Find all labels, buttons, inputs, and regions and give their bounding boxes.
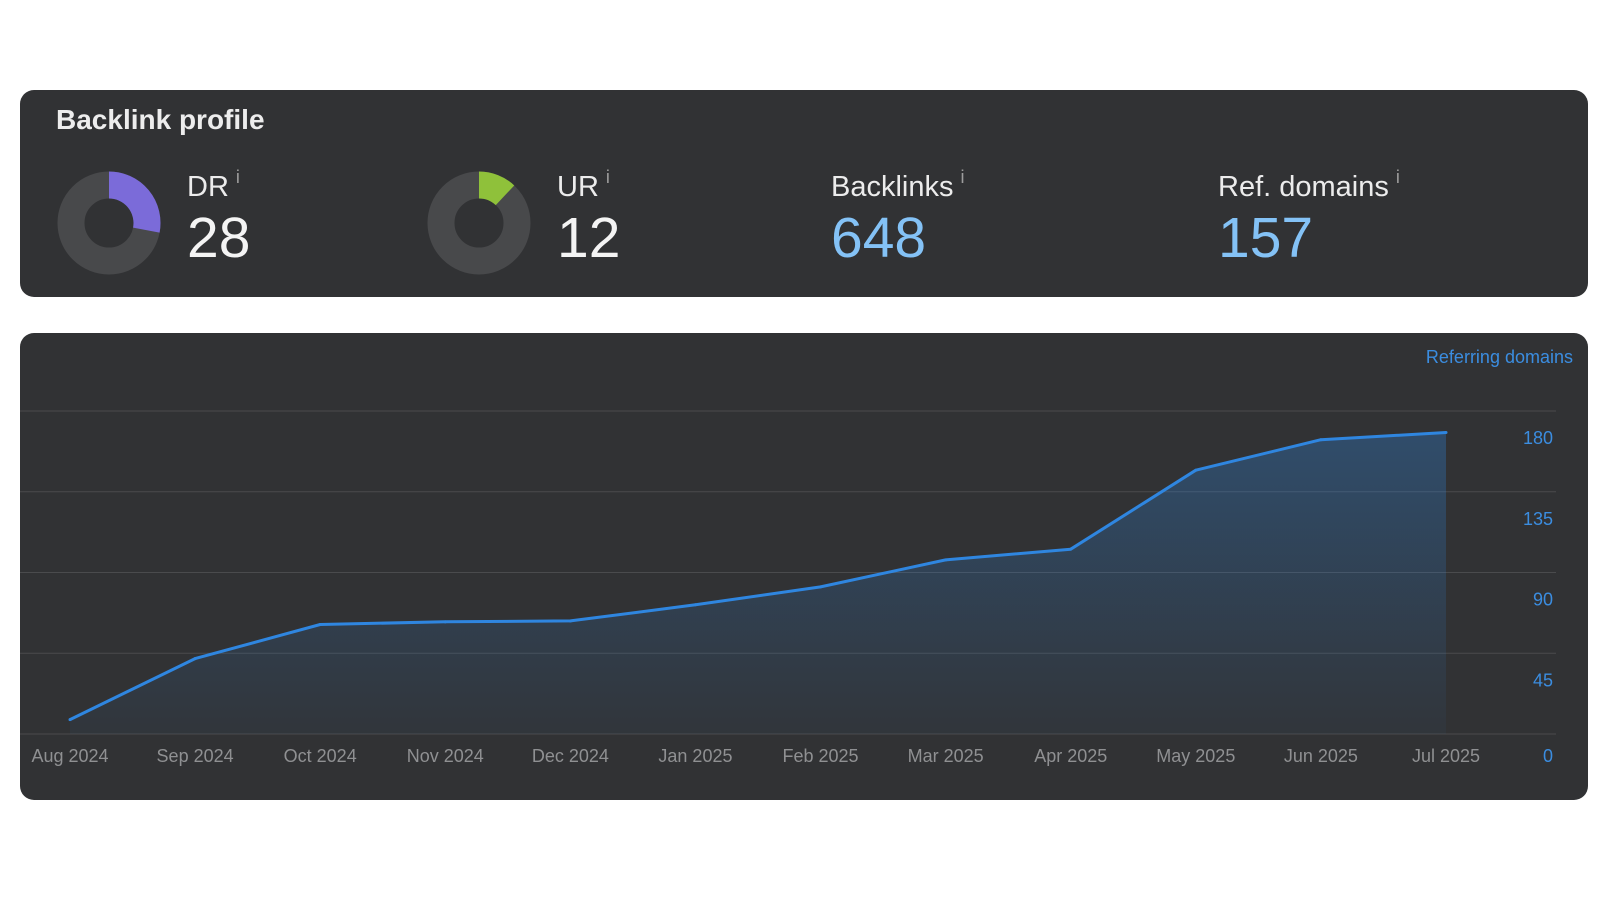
- x-tick-label: Jun 2025: [1284, 746, 1358, 766]
- ur-value: 12: [557, 206, 621, 270]
- x-tick-label: Oct 2024: [284, 746, 357, 766]
- dr-label: DR i: [187, 167, 250, 204]
- data-point: [693, 603, 697, 607]
- series-area: [70, 432, 1446, 734]
- info-icon[interactable]: i: [1396, 160, 1400, 194]
- y-tick-label: 0: [1543, 746, 1553, 766]
- info-icon[interactable]: i: [606, 160, 610, 194]
- data-point: [1069, 547, 1073, 551]
- data-point: [1444, 431, 1448, 435]
- dr-value: 28: [187, 206, 251, 270]
- ref-domains-text: Ref. domains i 157: [1218, 167, 1400, 269]
- backlinks-label: Backlinks i: [831, 167, 965, 204]
- info-icon[interactable]: i: [236, 160, 240, 194]
- card-title: Backlink profile: [56, 104, 265, 135]
- x-tick-label: Jan 2025: [658, 746, 732, 766]
- backlinks-text: Backlinks i 648: [831, 167, 965, 269]
- y-tick-label: 45: [1533, 670, 1553, 690]
- data-point: [443, 620, 447, 624]
- x-tick-label: Sep 2024: [157, 746, 234, 766]
- dr-text: DR i 28: [187, 167, 251, 270]
- dr-gauge: [57, 171, 161, 275]
- area-layer: [68, 431, 1448, 734]
- data-point: [193, 657, 197, 661]
- data-point: [1194, 468, 1198, 472]
- backlinks-value[interactable]: 648: [831, 207, 965, 269]
- y-tick-label: 90: [1533, 590, 1553, 610]
- x-tick-label: May 2025: [1156, 746, 1235, 766]
- x-tick-label: Feb 2025: [783, 746, 859, 766]
- data-point: [1319, 438, 1323, 442]
- y-axis-title: Referring domains: [1425, 347, 1573, 367]
- y-tick-label: 135: [1523, 509, 1553, 529]
- ur-gauge: [427, 171, 531, 275]
- y-tick-label: 180: [1523, 428, 1553, 448]
- ur-label: UR i: [557, 167, 620, 204]
- referring-domains-chart[interactable]: 0 45 90 135 180 Aug 2024 Sep 2024 Oct 2024 Nov 2…: [20, 333, 1588, 800]
- data-point: [944, 558, 948, 562]
- info-icon[interactable]: i: [961, 160, 965, 194]
- backlink-profile-card: Backlink profile DR i 28 UR i 12 Backlinks…: [20, 90, 1588, 297]
- x-tick-label: Mar 2025: [908, 746, 984, 766]
- x-tick-label: Apr 2025: [1034, 746, 1107, 766]
- dr-gauge-fill: [108, 171, 161, 233]
- referring-domains-chart-card: 0 45 90 135 180 Aug 2024 Sep 2024 Oct 2024 Nov 2…: [20, 333, 1588, 800]
- ref-domains-value[interactable]: 157: [1218, 207, 1400, 269]
- x-tick-label: Nov 2024: [407, 746, 484, 766]
- ref-domains-label: Ref. domains i: [1218, 167, 1400, 204]
- x-tick-label: Jul 2025: [1412, 746, 1480, 766]
- data-point: [819, 585, 823, 589]
- x-tick-label: Aug 2024: [31, 746, 108, 766]
- ur-text: UR i 12: [557, 167, 621, 270]
- data-point: [568, 619, 572, 623]
- ur-gauge-fill: [478, 171, 515, 206]
- x-tick-label: Dec 2024: [532, 746, 609, 766]
- data-point: [68, 718, 72, 722]
- data-point: [318, 623, 322, 627]
